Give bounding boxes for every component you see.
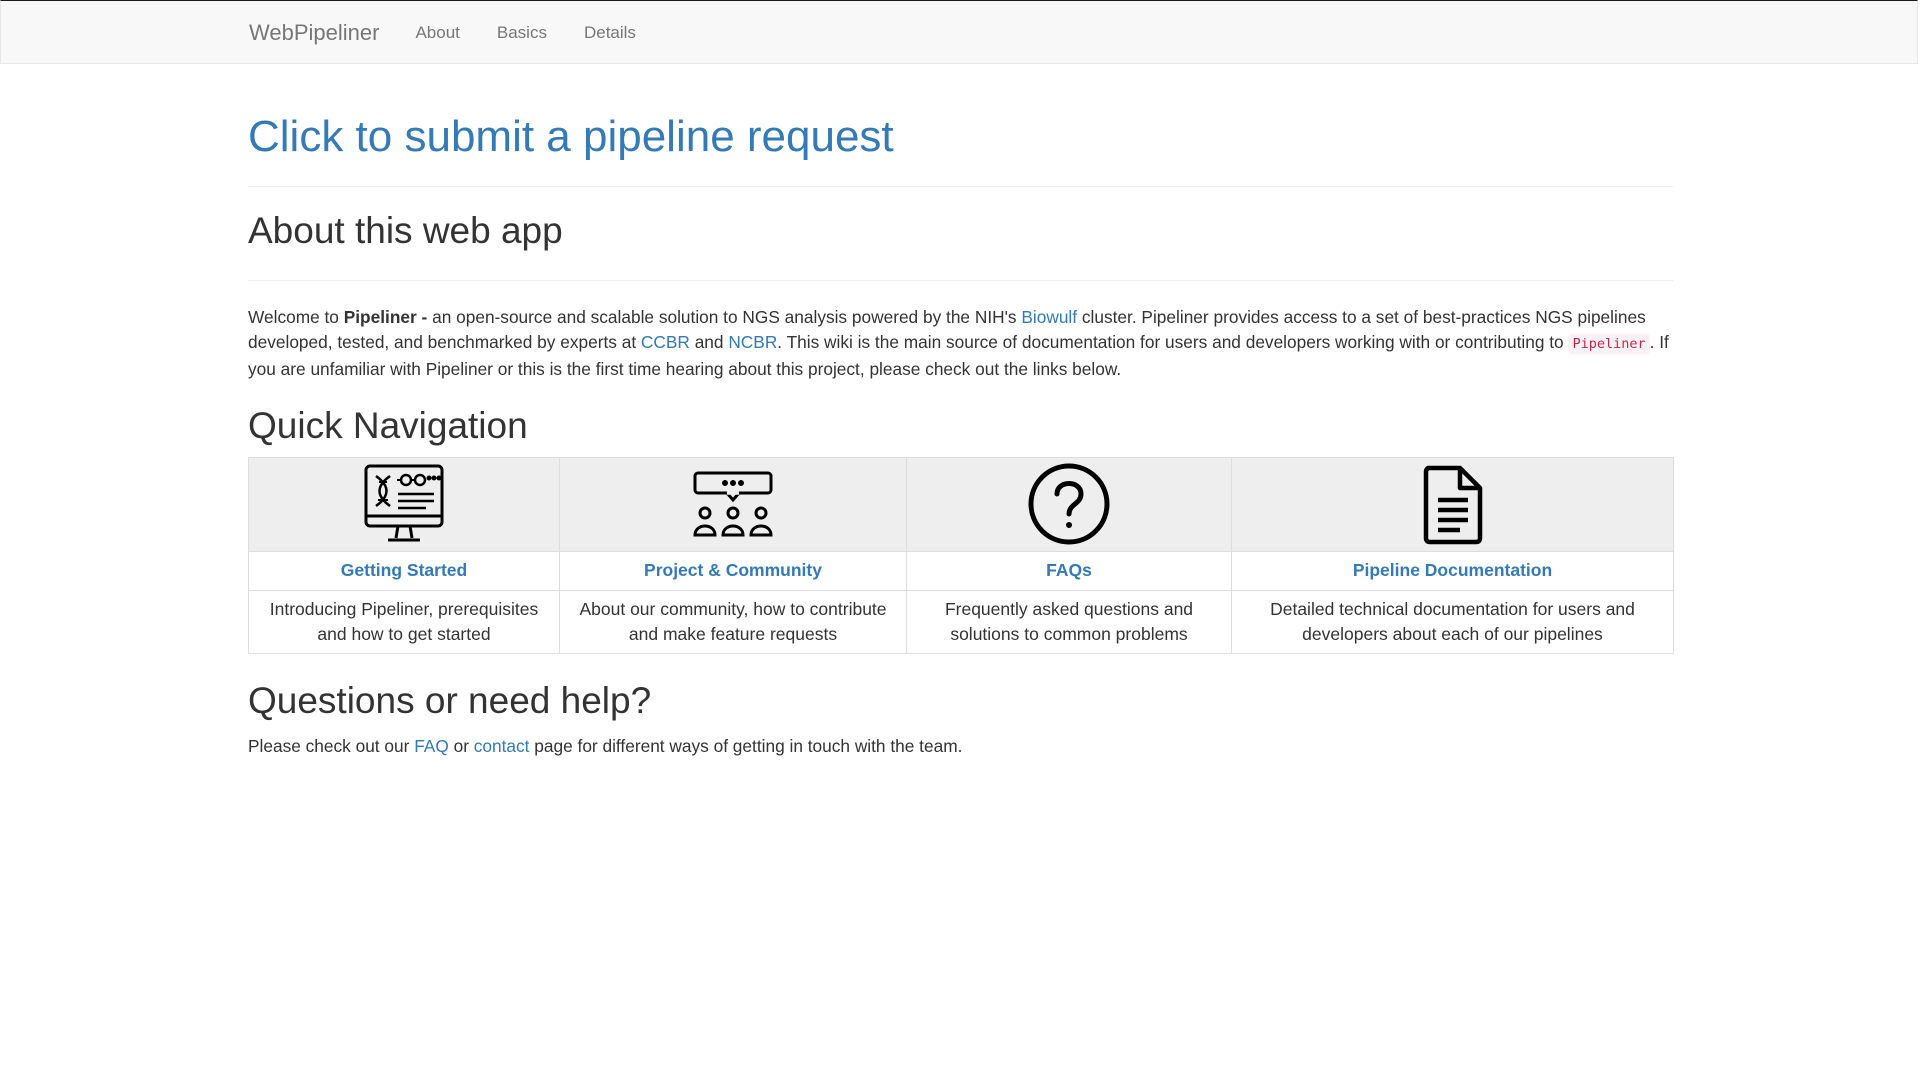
ccbr-link[interactable]: CCBR bbox=[641, 332, 690, 352]
card-icon-cell bbox=[248, 456, 560, 552]
nav-link-about[interactable]: About bbox=[415, 23, 459, 43]
pipeline-documentation-link[interactable]: Pipeline Documentation bbox=[1353, 560, 1552, 580]
quick-navigation-heading: Quick Navigation bbox=[248, 405, 528, 447]
navbar-brand[interactable]: WebPipeliner bbox=[249, 20, 379, 46]
intro-paragraph: Welcome to Pipeliner - an open-source an… bbox=[248, 305, 1673, 382]
card-title-cell: FAQs bbox=[906, 550, 1232, 591]
dna-monitor-icon[interactable] bbox=[362, 462, 446, 546]
card-icon-cell bbox=[1231, 456, 1674, 552]
intro-text: . This wiki is the main source of docume… bbox=[777, 332, 1569, 353]
pipeline-documentation-description: Detailed technical documentation for use… bbox=[1270, 598, 1635, 644]
help-text: page for different ways of getting in to… bbox=[529, 736, 963, 757]
pipeliner-bold-text: Pipeliner - bbox=[343, 307, 428, 328]
card-description: Introducing Pipeliner, prerequisites and… bbox=[248, 589, 560, 654]
nav-link-basics[interactable]: Basics bbox=[497, 23, 547, 43]
card-title-cell: Pipeline Documentation bbox=[1231, 550, 1674, 591]
help-text: Please check out our bbox=[248, 736, 415, 757]
ncbr-link[interactable]: NCBR bbox=[728, 332, 777, 352]
faqs-description: Frequently asked questions and solutions… bbox=[944, 598, 1194, 644]
help-paragraph: Please check out our FAQ or contact page… bbox=[248, 734, 1673, 759]
card-title-cell: Getting Started bbox=[248, 550, 560, 591]
community-icon[interactable] bbox=[691, 469, 775, 539]
faq-link[interactable]: FAQ bbox=[414, 736, 449, 756]
about-heading: About this web app bbox=[248, 210, 563, 252]
card-icon-cell bbox=[906, 456, 1232, 552]
biowulf-link[interactable]: Biowulf bbox=[1021, 307, 1077, 327]
nav-link-details[interactable]: Details bbox=[584, 23, 636, 43]
quick-navigation-table: Getting Started Project & Community FAQs… bbox=[248, 456, 1674, 654]
submit-request-link[interactable]: Click to submit a pipeline request bbox=[248, 112, 1673, 161]
intro-text: an open-source and scalable solution to … bbox=[427, 307, 1022, 328]
card-description: About our community, how to contribute a… bbox=[559, 589, 907, 654]
document-icon[interactable] bbox=[1420, 462, 1486, 546]
intro-text: and bbox=[689, 332, 729, 353]
contact-link[interactable]: contact bbox=[474, 736, 530, 756]
intro-text: Welcome to bbox=[248, 307, 344, 328]
question-icon[interactable] bbox=[1027, 462, 1111, 546]
faqs-link[interactable]: FAQs bbox=[1046, 560, 1092, 580]
project-community-description: About our community, how to contribute a… bbox=[579, 598, 887, 644]
divider bbox=[248, 280, 1673, 282]
getting-started-link[interactable]: Getting Started bbox=[341, 560, 467, 580]
help-heading: Questions or need help? bbox=[248, 679, 652, 721]
help-text: or bbox=[448, 736, 474, 757]
project-community-link[interactable]: Project & Community bbox=[644, 560, 822, 580]
divider bbox=[248, 186, 1673, 188]
getting-started-description: Introducing Pipeliner, prerequisites and… bbox=[269, 598, 539, 644]
main-content: Click to submit a pipeline request About… bbox=[248, 64, 1674, 759]
card-icon-cell bbox=[559, 456, 907, 552]
card-title-cell: Project & Community bbox=[559, 550, 907, 591]
pipeliner-code: Pipeliner bbox=[1568, 334, 1650, 355]
top-navbar: WebPipeliner About Basics Details bbox=[0, 0, 1918, 64]
card-description: Detailed technical documentation for use… bbox=[1231, 589, 1674, 654]
card-description: Frequently asked questions and solutions… bbox=[906, 589, 1232, 654]
